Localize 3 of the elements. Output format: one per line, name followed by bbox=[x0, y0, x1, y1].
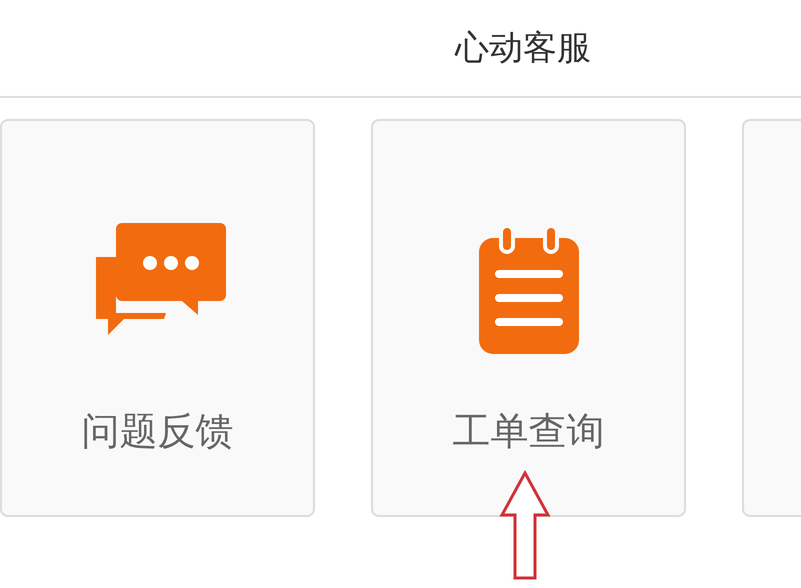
page-title: 心动客服 bbox=[455, 31, 591, 65]
service-card[interactable]: 问题反馈 bbox=[0, 119, 315, 517]
service-card[interactable]: 工单查询 bbox=[371, 119, 686, 517]
